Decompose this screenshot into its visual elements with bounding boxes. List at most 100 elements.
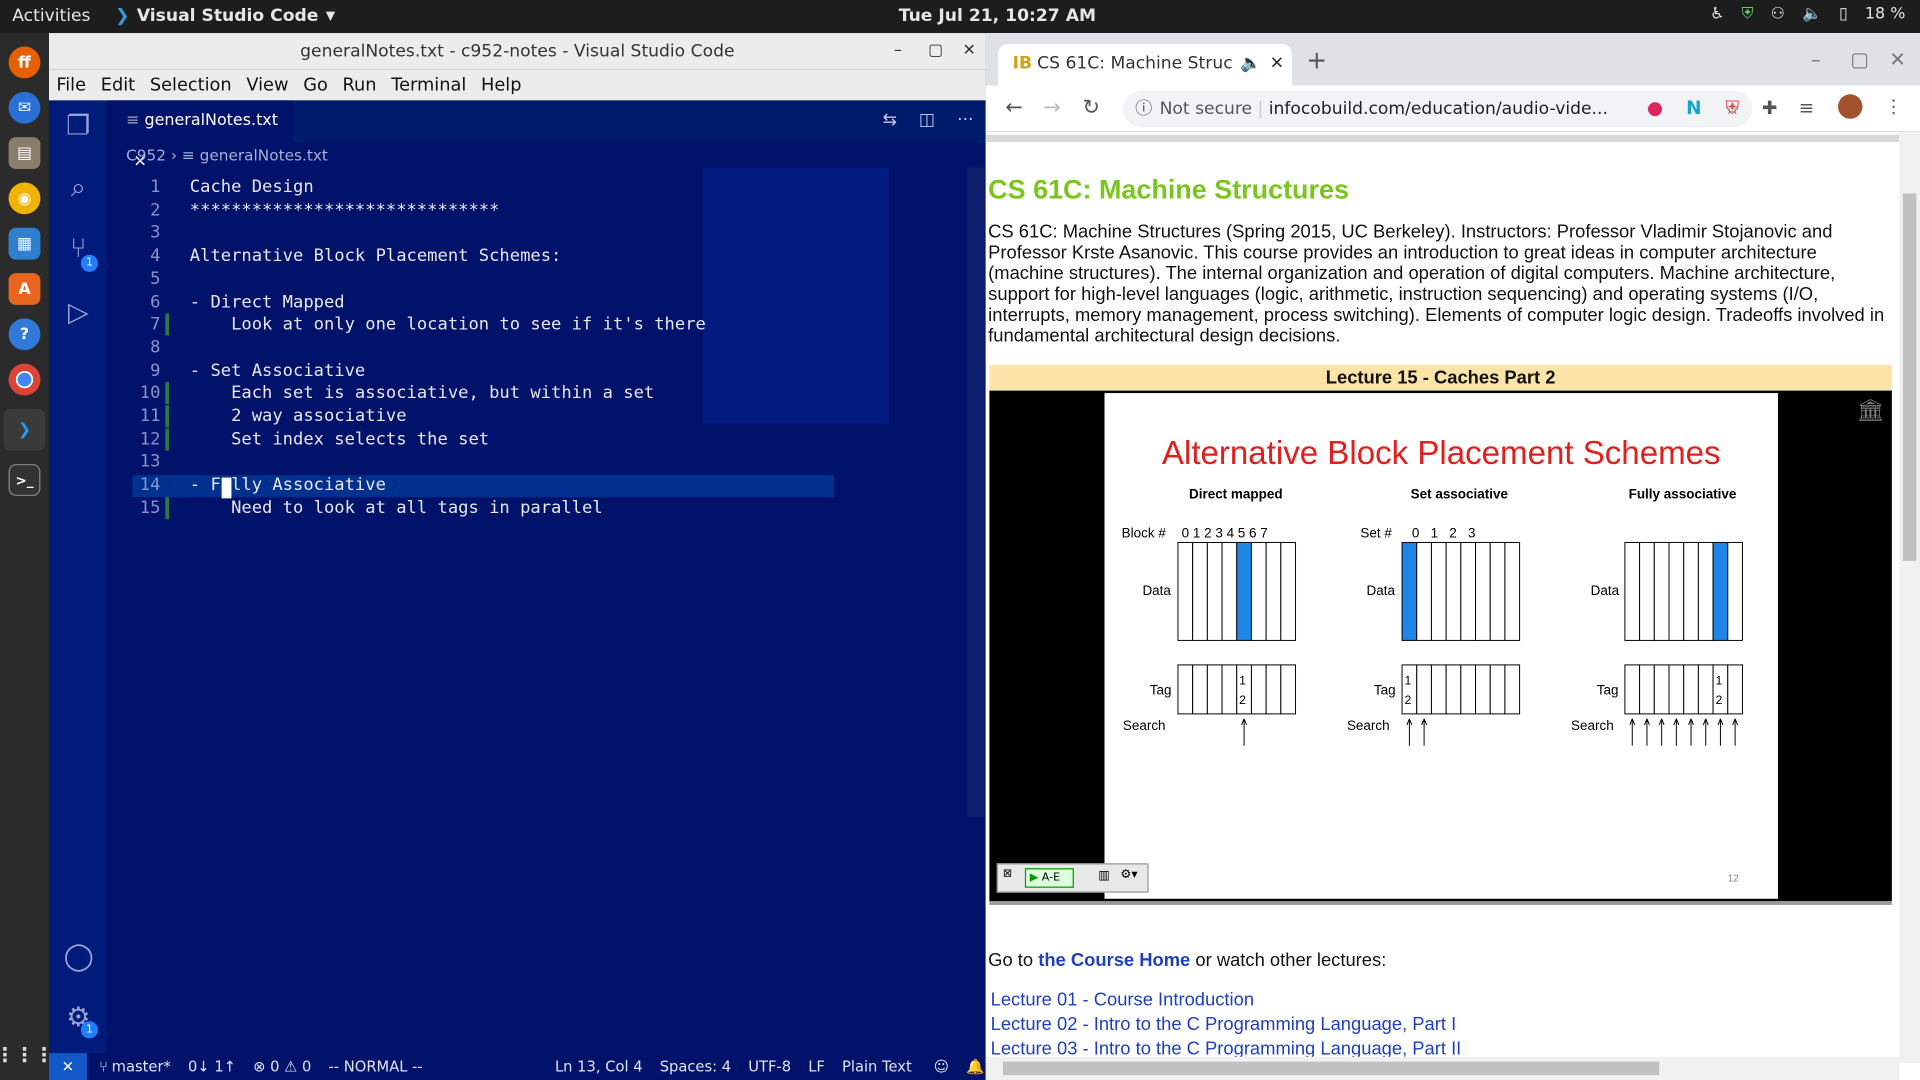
split-editor-icon[interactable]: ◫ [919, 110, 935, 130]
archive-icon[interactable]: 🏛 [1856, 398, 1884, 424]
lecture-link-01[interactable]: Lecture 01 - Course Introduction [991, 989, 1254, 1010]
show-apps-icon[interactable]: ⋮⋮⋮ [0, 1038, 54, 1070]
menu-edit[interactable]: Edit [93, 75, 142, 95]
system-tray[interactable]: ♿ ⛨ ⚇ 🔈 ▯ 18 % [1710, 5, 1905, 23]
remote-icon[interactable]: ✕ [48, 1053, 87, 1080]
ublock-icon[interactable]: ⛨ [1725, 97, 1739, 119]
vscode-dock-icon[interactable]: ❯ [3, 408, 46, 451]
thunderbird-icon[interactable]: ✉ [8, 91, 41, 124]
tag-cell [1416, 664, 1432, 715]
code-line[interactable]: - Fully Associative [190, 474, 386, 497]
network-icon[interactable]: ⚇ [1771, 5, 1785, 23]
maximize-button[interactable]: ▢ [928, 33, 943, 70]
menu-selection[interactable]: Selection [142, 75, 239, 95]
menu-run[interactable]: Run [335, 75, 384, 95]
writer-icon[interactable]: ▦ [8, 227, 41, 260]
chapters-icon[interactable]: ▥ [1098, 869, 1110, 882]
search-icon[interactable]: ⌕ [64, 173, 93, 203]
code-line[interactable]: ****************************** [190, 199, 500, 222]
code-line[interactable]: - Direct Mapped [190, 291, 345, 314]
breadcrumb-file[interactable]: generalNotes.txt [200, 146, 328, 164]
problems-status[interactable]: ⊗ 0 ⚠ 0 [253, 1058, 311, 1075]
more-actions-icon[interactable]: ··· [957, 110, 973, 130]
new-tab-button[interactable]: + [1307, 45, 1328, 74]
minimize-button[interactable]: – [894, 33, 902, 70]
files-icon[interactable]: ▤ [8, 137, 41, 169]
battery-icon[interactable]: ▯ [1839, 5, 1848, 23]
breadcrumb-folder[interactable]: C952 [126, 146, 166, 164]
explorer-icon[interactable]: ❐ [64, 112, 93, 142]
git-branch[interactable]: master* [112, 1058, 171, 1075]
close-button[interactable]: ✕ [962, 33, 975, 70]
browser-tab[interactable]: IB CS 61C: Machine Struc 🔈 ✕ [997, 44, 1292, 86]
minimize-button[interactable]: – [1811, 48, 1821, 71]
code-line[interactable]: Alternative Block Placement Schemes: [190, 245, 562, 268]
data-cell [1401, 541, 1418, 641]
tab-generalnotes[interactable]: ≡ generalNotes.txt ✕ [106, 100, 293, 171]
code-line[interactable]: Cache Design [190, 176, 314, 199]
n-extension-icon[interactable]: N [1686, 97, 1701, 119]
menu-file[interactable]: File [49, 75, 93, 95]
menu-view[interactable]: View [239, 75, 296, 95]
course-home-link[interactable]: the Course Home [1038, 950, 1190, 971]
maximize-button[interactable]: ▢ [1850, 48, 1869, 71]
page-vertical-scrollbar[interactable] [1899, 132, 1920, 1063]
bell-icon[interactable]: 🔔 [966, 1058, 984, 1075]
line-ending[interactable]: LF [808, 1058, 825, 1075]
video-player[interactable]: Alternative Block Placement Schemes Dire… [989, 390, 1892, 902]
puzzle-icon[interactable]: ✚ [1762, 97, 1777, 119]
shield-icon[interactable]: ⛨ [1741, 5, 1753, 23]
accessibility-icon[interactable]: ♿ [1710, 5, 1724, 23]
code-line[interactable]: Look at only one location to see if it's… [190, 314, 706, 337]
feedback-icon[interactable]: ☺ [934, 1058, 949, 1075]
data-cell [1727, 541, 1743, 641]
close-tab-icon[interactable]: ✕ [1270, 44, 1284, 83]
tag-cell [1683, 664, 1699, 715]
code-line[interactable]: Set index selects the set [190, 428, 489, 451]
language-mode[interactable]: Plain Text [842, 1058, 912, 1075]
run-debug-icon[interactable]: ▷ [64, 298, 93, 328]
account-icon[interactable]: ◯ [64, 942, 94, 972]
close-controls-icon[interactable]: ⊠ [1003, 868, 1012, 880]
activities-button[interactable]: Activities [12, 6, 90, 26]
cursor-position[interactable]: Ln 13, Col 4 [555, 1058, 643, 1075]
chrome-icon[interactable] [8, 363, 41, 396]
kebab-menu-icon[interactable]: ⋮ [1885, 96, 1903, 118]
settings-icon[interactable]: ⚙▾ [1120, 868, 1137, 881]
tag-cell [1192, 664, 1208, 715]
close-button[interactable]: ✕ [1889, 48, 1905, 71]
code-line[interactable]: Each set is associative, but within a se… [190, 382, 654, 405]
play-button[interactable]: ▶ A-E [1024, 868, 1074, 888]
avatar[interactable] [1837, 94, 1863, 119]
line-number: 5 [150, 269, 161, 289]
editor-scrollbar[interactable] [967, 167, 985, 817]
terminal-icon[interactable]: >_ [8, 464, 41, 496]
volume-icon[interactable]: 🔈 [1802, 5, 1822, 23]
firefox-icon[interactable]: ff [8, 46, 41, 79]
forward-icon[interactable]: → [1043, 96, 1060, 120]
lecture-link-02[interactable]: Lecture 02 - Intro to the C Programming … [991, 1014, 1457, 1035]
code-line[interactable]: 2 way associative [190, 405, 406, 428]
tag-cell [1475, 664, 1491, 715]
code-line[interactable]: - Set Associative [190, 360, 365, 383]
app-menu[interactable]: ❯ Visual Studio Code ▼ [115, 6, 335, 26]
audio-icon[interactable]: 🔈 [1240, 44, 1261, 83]
indentation[interactable]: Spaces: 4 [660, 1058, 731, 1075]
menu-terminal[interactable]: Terminal [384, 75, 474, 95]
clock[interactable]: Tue Jul 21, 10:27 AM [899, 6, 1096, 26]
menu-go[interactable]: Go [296, 75, 335, 95]
menu-help[interactable]: Help [474, 75, 529, 95]
page-horizontal-scrollbar[interactable] [985, 1056, 1900, 1080]
data-cell [1192, 541, 1208, 641]
back-icon[interactable]: ← [1005, 96, 1022, 120]
rhythmbox-icon[interactable]: ◉ [8, 182, 41, 215]
code-line[interactable]: Need to look at all tags in parallel [190, 497, 603, 520]
open-changes-icon[interactable]: ⇆ [882, 110, 896, 130]
software-icon[interactable]: A [8, 273, 41, 305]
sync-status[interactable]: 0↓ 1↑ [188, 1058, 236, 1075]
tab-extension-icon[interactable]: ● [1647, 97, 1663, 119]
help-icon[interactable]: ? [8, 318, 41, 351]
media-icon[interactable]: ≡ [1799, 97, 1814, 119]
encoding[interactable]: UTF-8 [748, 1058, 791, 1075]
reload-icon[interactable]: ↻ [1082, 96, 1099, 120]
